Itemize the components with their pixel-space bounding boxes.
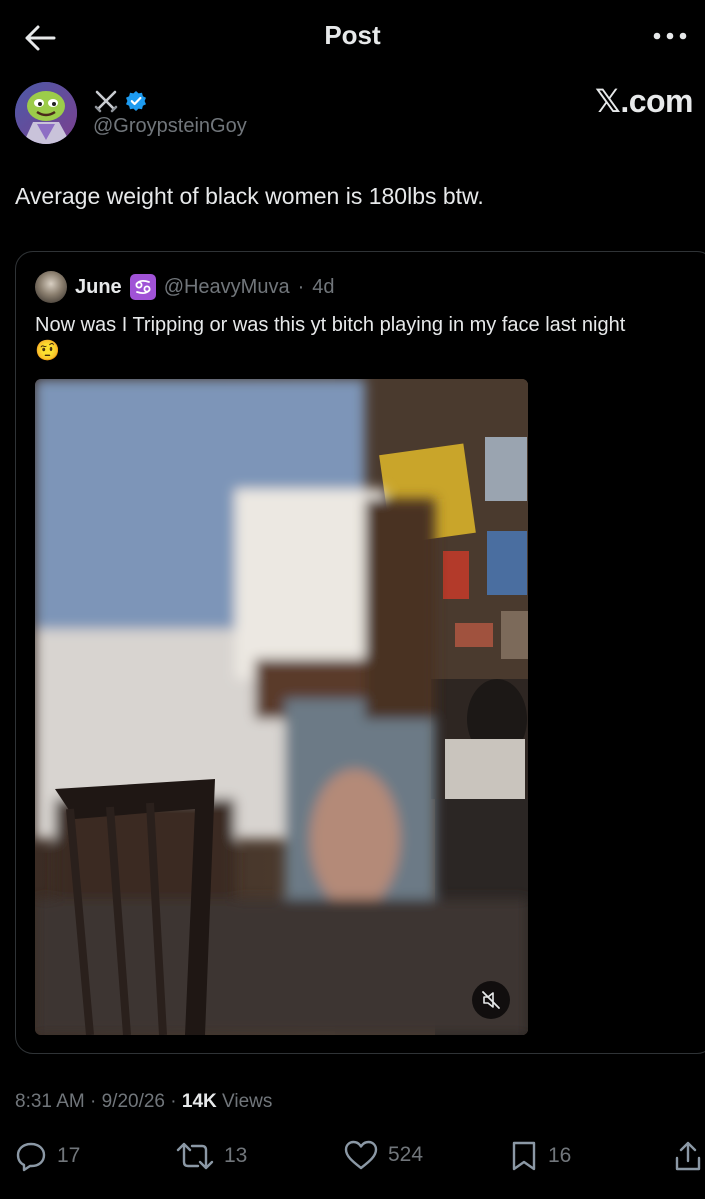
display-name-row[interactable]: [93, 88, 147, 114]
tweet-text: Average weight of black women is 180lbs …: [15, 183, 484, 209]
top-bar: Post: [0, 0, 705, 72]
post-author: @GroypsteinGoy: [15, 82, 695, 144]
bookmark-icon: [512, 1141, 536, 1171]
reply-count: 17: [57, 1144, 81, 1167]
repost-count: 13: [224, 1144, 248, 1167]
like-button[interactable]: 524: [344, 1140, 423, 1170]
action-bar: 17 13 524 16: [0, 1134, 705, 1180]
quoted-post[interactable]: June @HeavyMuva · 4d Now was I Tripping …: [15, 251, 705, 1054]
views-label: Views: [222, 1091, 273, 1112]
speaker-muted-icon: [482, 991, 500, 1009]
meta-dot: ·: [170, 1091, 177, 1112]
page-title: Post: [324, 20, 381, 50]
repost-button[interactable]: 13: [176, 1140, 247, 1172]
repost-icon: [176, 1142, 214, 1170]
crossed-swords-icon: [94, 90, 118, 113]
quoted-post-age: 4d: [312, 275, 335, 298]
mute-toggle-button[interactable]: [472, 981, 510, 1019]
share-icon: [675, 1141, 701, 1171]
quoted-handle[interactable]: @HeavyMuva: [164, 276, 290, 299]
quoted-display-name[interactable]: June: [75, 276, 122, 299]
verified-badge-icon: [126, 91, 146, 111]
author-handle[interactable]: @GroypsteinGoy: [93, 115, 247, 138]
separator-dot: ·: [297, 275, 305, 298]
raised-eyebrow-emoji: 🤨: [35, 340, 60, 362]
avatar-image: [15, 82, 77, 144]
post-time: 8:31 AM: [15, 1091, 85, 1112]
avatar[interactable]: [15, 82, 77, 144]
quoted-text-line: Now was I Tripping or was this yt bitch …: [35, 314, 626, 336]
video-frame-image: [35, 379, 528, 1035]
cancer-sign-icon: [129, 274, 156, 300]
more-dots-icon: [653, 32, 687, 40]
quoted-post-header: June @HeavyMuva · 4d: [35, 271, 335, 303]
like-count: 524: [388, 1143, 424, 1166]
video-thumbnail[interactable]: [35, 379, 528, 1035]
reply-bubble-icon: [16, 1142, 46, 1172]
bookmark-button[interactable]: 16: [510, 1140, 571, 1172]
reply-button[interactable]: 17: [15, 1140, 80, 1172]
more-options-button[interactable]: [649, 20, 691, 52]
post-meta: 8:31 AM · 9/20/26 · 14K Views: [15, 1091, 272, 1113]
post-date: 9/20/26: [101, 1091, 166, 1112]
heart-icon: [344, 1140, 378, 1170]
x-watermark: 𝕏.com: [595, 83, 693, 119]
meta-dot: ·: [90, 1091, 97, 1112]
bookmark-count: 16: [548, 1144, 572, 1167]
view-count[interactable]: 14K: [182, 1091, 217, 1112]
share-button[interactable]: [674, 1140, 702, 1172]
quoted-post-text: Now was I Tripping or was this yt bitch …: [35, 312, 695, 364]
quoted-avatar[interactable]: [35, 271, 67, 303]
